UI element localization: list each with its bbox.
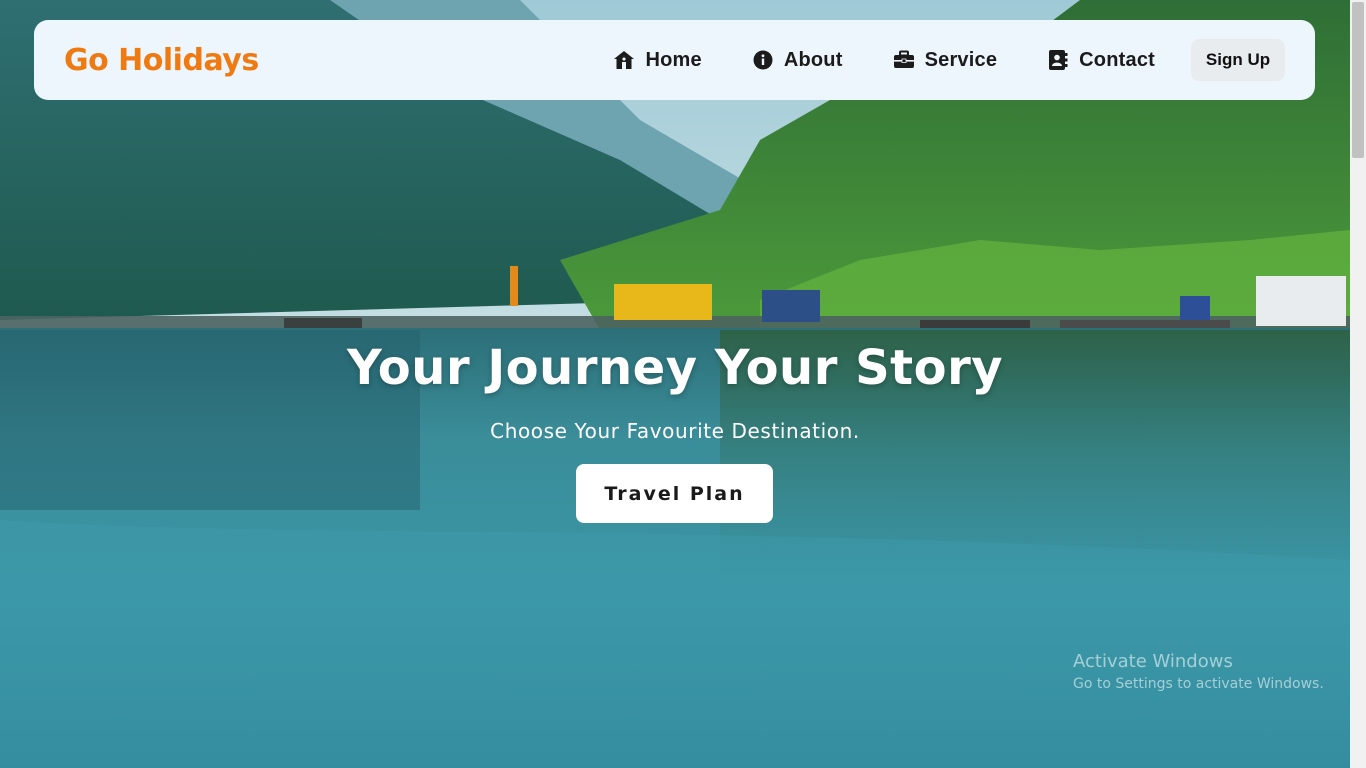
- info-icon: [752, 49, 774, 71]
- nav-label-contact: Contact: [1079, 48, 1155, 71]
- scrollbar-thumb[interactable]: [1352, 2, 1364, 158]
- watermark-title: Activate Windows: [1073, 651, 1233, 672]
- address-book-icon: [1047, 49, 1069, 71]
- brand-logo[interactable]: Go Holidays: [64, 43, 259, 78]
- hero-title: Your Journey Your Story: [346, 340, 1004, 396]
- nav-item-contact[interactable]: Contact: [1047, 49, 1155, 72]
- hero-subtitle: Choose Your Favourite Destination.: [490, 419, 860, 443]
- page-scrollbar[interactable]: [1350, 0, 1366, 768]
- navbar: Go Holidays Home About Service Contact S…: [34, 20, 1315, 100]
- briefcase-icon: [893, 49, 915, 71]
- nav-item-service[interactable]: Service: [893, 49, 998, 72]
- nav-label-about: About: [783, 48, 843, 71]
- nav-label-service: Service: [924, 48, 998, 71]
- nav-links: Home About Service Contact: [613, 49, 1155, 72]
- watermark-subtitle: Go to Settings to activate Windows.: [1073, 676, 1324, 692]
- nav-item-home[interactable]: Home: [613, 48, 702, 72]
- travel-plan-button[interactable]: Travel Plan: [576, 464, 773, 523]
- home-icon: [613, 49, 635, 71]
- sign-up-button[interactable]: Sign Up: [1191, 39, 1285, 81]
- nav-item-about[interactable]: About: [752, 49, 843, 72]
- activate-windows-watermark: Activate Windows Go to Settings to activ…: [1073, 651, 1324, 692]
- nav-label-home: Home: [645, 48, 702, 71]
